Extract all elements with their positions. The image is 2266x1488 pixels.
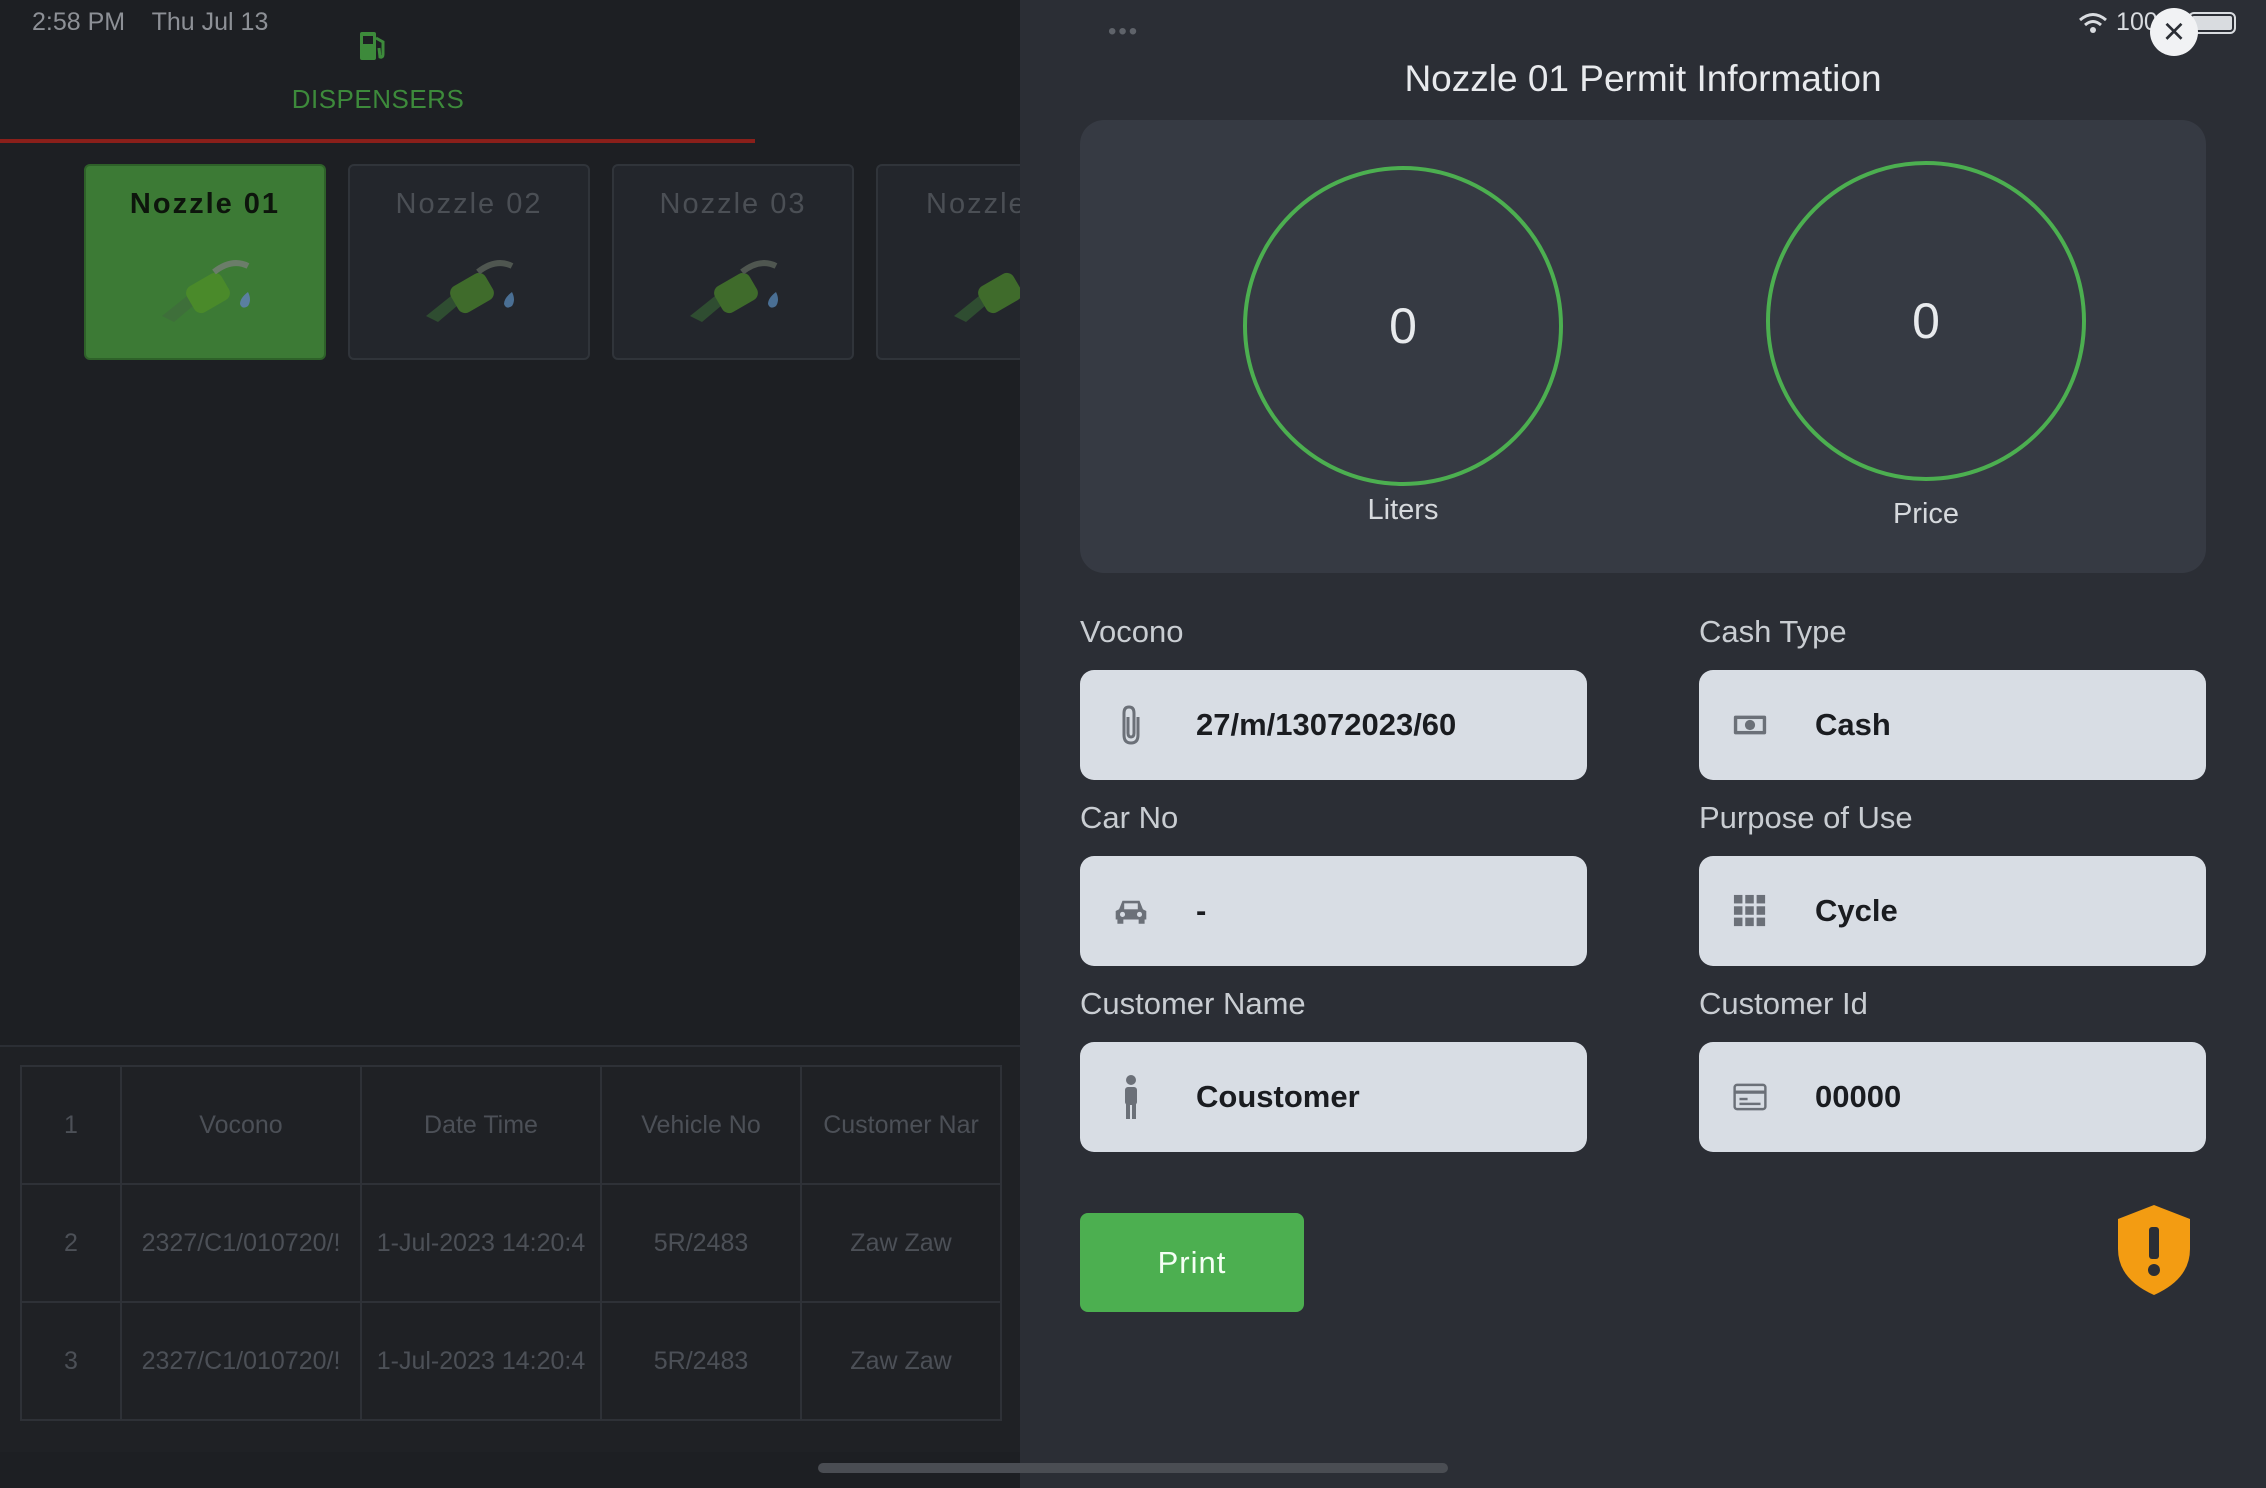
fuel-pump-icon bbox=[360, 32, 385, 60]
table-row: 1 Vocono Date Time Vehicle No Customer N… bbox=[20, 1065, 1002, 1185]
purpose-field[interactable]: Cycle bbox=[1699, 856, 2206, 966]
purpose-label: Purpose of Use bbox=[1699, 800, 1913, 835]
vocono-field[interactable]: 27/m/13072023/60 bbox=[1080, 670, 1587, 780]
status-time: 2:58 PM bbox=[32, 8, 126, 36]
status-date: Thu Jul 13 bbox=[151, 8, 269, 36]
cash-type-field[interactable]: Cash bbox=[1699, 670, 2206, 780]
gauge-panel: 0 Liters 0 Price bbox=[1080, 120, 2206, 573]
nozzle-label: Nozzle bbox=[926, 188, 1020, 220]
liters-gauge: 0 bbox=[1243, 166, 1563, 486]
banknote-icon bbox=[1733, 703, 1767, 747]
nozzle-list: Nozzle 01 Nozzle 02 Nozzle 03 Nozzle bbox=[84, 164, 1020, 364]
liters-label: Liters bbox=[1367, 494, 1439, 526]
fuel-nozzle-icon bbox=[954, 272, 1020, 322]
nozzle-label: Nozzle 03 bbox=[659, 188, 807, 220]
customer-name-label: Customer Name bbox=[1080, 986, 1306, 1021]
multitasking-dots-icon[interactable]: ••• bbox=[1108, 18, 1139, 46]
wifi-icon bbox=[2079, 12, 2108, 33]
cash-type-label: Cash Type bbox=[1699, 614, 1847, 649]
fuel-nozzle-icon bbox=[690, 260, 778, 322]
car-icon bbox=[1114, 889, 1148, 933]
customer-id-label: Customer Id bbox=[1699, 986, 1868, 1021]
table-cell: 2 bbox=[20, 1183, 122, 1303]
home-indicator bbox=[818, 1463, 1448, 1473]
fuel-nozzle-icon bbox=[162, 260, 250, 322]
car-no-field[interactable]: - bbox=[1080, 856, 1587, 966]
status-bar-left: 2:58 PM Thu Jul 13 bbox=[32, 8, 288, 37]
table-header: Vocono bbox=[120, 1065, 362, 1185]
price-gauge: 0 bbox=[1766, 161, 2086, 481]
nozzle-card-03[interactable]: Nozzle 03 bbox=[612, 164, 854, 360]
id-card-icon bbox=[1733, 1075, 1767, 1119]
tab-dispensers[interactable]: DISPENSERS bbox=[270, 84, 486, 115]
nozzle-label: Nozzle 01 bbox=[129, 188, 281, 220]
nozzle-card-02[interactable]: Nozzle 02 bbox=[348, 164, 590, 360]
table-header: Date Time bbox=[360, 1065, 602, 1185]
person-icon bbox=[1114, 1075, 1148, 1119]
table-cell: 2327/C1/010720/! bbox=[120, 1183, 362, 1303]
table-cell: 1-Jul-2023 14:20:4 bbox=[360, 1183, 602, 1303]
car-no-label: Car No bbox=[1080, 800, 1179, 835]
customer-name-field[interactable]: Coustomer bbox=[1080, 1042, 1587, 1152]
customer-name-value: Coustomer bbox=[1196, 1079, 1360, 1114]
close-icon[interactable]: × bbox=[2150, 8, 2198, 56]
table-header: Vehicle No bbox=[600, 1065, 802, 1185]
nozzle-label: Nozzle 02 bbox=[395, 188, 543, 220]
background-app: 2:58 PM Thu Jul 13 DISPENSERS Nozzle 01 … bbox=[0, 0, 1020, 1488]
permit-info-sheet: ••• 100% × Nozzle 01 Permit Information … bbox=[1020, 0, 2266, 1488]
paperclip-icon bbox=[1114, 703, 1148, 747]
table-row[interactable]: 3 2327/C1/010720/! 1-Jul-2023 14:20:4 5R… bbox=[20, 1301, 1002, 1421]
table-header: Customer Nar bbox=[800, 1065, 1002, 1185]
print-button[interactable]: Print bbox=[1080, 1213, 1304, 1312]
table-cell: 3 bbox=[20, 1301, 122, 1421]
price-label: Price bbox=[1892, 498, 1960, 530]
tab-indicator bbox=[0, 139, 755, 143]
shield-warning-icon[interactable] bbox=[2114, 1203, 2194, 1297]
table-cell: 1-Jul-2023 14:20:4 bbox=[360, 1301, 602, 1421]
purpose-value: Cycle bbox=[1815, 893, 1898, 928]
car-no-value: - bbox=[1196, 893, 1207, 928]
table-row[interactable]: 2 2327/C1/010720/! 1-Jul-2023 14:20:4 5R… bbox=[20, 1183, 1002, 1303]
vocono-label: Vocono bbox=[1080, 614, 1184, 649]
cash-type-value: Cash bbox=[1815, 707, 1891, 742]
table-cell: Zaw Zaw bbox=[800, 1183, 1002, 1303]
table-cell: Zaw Zaw bbox=[800, 1301, 1002, 1421]
nozzle-card-04[interactable]: Nozzle bbox=[876, 164, 1020, 360]
customer-id-value: 00000 bbox=[1815, 1079, 1902, 1114]
table-cell: 5R/2483 bbox=[600, 1301, 802, 1421]
history-table: 1 Vocono Date Time Vehicle No Customer N… bbox=[20, 1065, 1002, 1421]
fuel-nozzle-icon bbox=[426, 260, 514, 322]
table-cell: 2327/C1/010720/! bbox=[120, 1301, 362, 1421]
nozzle-card-01[interactable]: Nozzle 01 bbox=[84, 164, 326, 360]
history-table-panel: 1 Vocono Date Time Vehicle No Customer N… bbox=[0, 1045, 1020, 1452]
customer-id-field[interactable]: 00000 bbox=[1699, 1042, 2206, 1152]
page-title: Nozzle 01 Permit Information bbox=[1404, 58, 1882, 99]
table-cell: 5R/2483 bbox=[600, 1183, 802, 1303]
vocono-value: 27/m/13072023/60 bbox=[1196, 707, 1457, 742]
grid-icon bbox=[1733, 889, 1767, 933]
table-cell: 1 bbox=[20, 1065, 122, 1185]
